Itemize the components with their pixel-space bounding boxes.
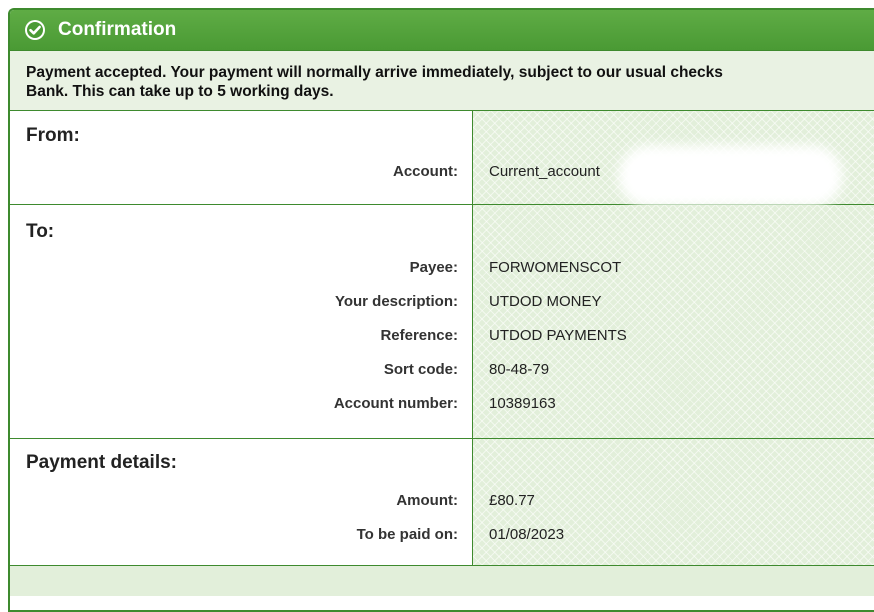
confirmation-panel: Confirmation Payment accepted. Your paym…: [8, 8, 874, 612]
reference-label: Reference:: [380, 327, 458, 344]
from-labels: From: Account:: [10, 111, 473, 204]
account-label: Account:: [393, 163, 458, 180]
to-labels: To: Payee: Your description: Reference: …: [10, 205, 473, 438]
to-section: To: Payee: Your description: Reference: …: [10, 205, 874, 439]
message-line-1: Payment accepted. Your payment will norm…: [26, 64, 723, 81]
redaction-blur: [618, 145, 843, 207]
sort-code-value: 80-48-79: [489, 361, 550, 378]
panel-footer: [10, 566, 874, 596]
payee-value: FORWOMENSCOT: [489, 259, 622, 276]
from-title: From:: [26, 125, 80, 146]
payment-title: Payment details:: [26, 452, 177, 473]
description-value: UTDOD MONEY: [489, 293, 602, 310]
paid-on-label: To be paid on:: [356, 526, 458, 543]
amount-value: £80.77: [489, 492, 535, 509]
to-values: FORWOMENSCOT UTDOD MONEY UTDOD PAYMENTS …: [473, 205, 874, 438]
description-label: Your description:: [334, 293, 458, 310]
account-number-value: 10389163: [489, 395, 556, 412]
payment-labels: Payment details: Amount: To be paid on:: [10, 439, 473, 565]
confirmation-title: Confirmation: [58, 19, 177, 40]
message-line-2: Bank. This can take up to 5 working days…: [26, 83, 334, 100]
account-value: Current_account: [489, 163, 600, 180]
reference-value: UTDOD PAYMENTS: [489, 327, 627, 344]
payment-values: £80.77 01/08/2023: [473, 439, 874, 565]
sort-code-label: Sort code:: [383, 361, 458, 378]
to-title: To:: [26, 221, 55, 242]
from-section: From: Account: Current_account: [10, 111, 874, 207]
confirmation-message: Payment accepted. Your payment will norm…: [10, 51, 874, 111]
paid-on-value: 01/08/2023: [489, 526, 565, 543]
account-number-label: Account number:: [333, 395, 458, 412]
amount-label: Amount:: [396, 492, 458, 509]
confirmation-header: Confirmation: [10, 10, 874, 51]
payee-label: Payee:: [409, 259, 458, 276]
from-values: Current_account: [473, 111, 874, 207]
payment-section: Payment details: Amount: To be paid on: …: [10, 439, 874, 566]
check-circle-icon: [24, 19, 46, 41]
